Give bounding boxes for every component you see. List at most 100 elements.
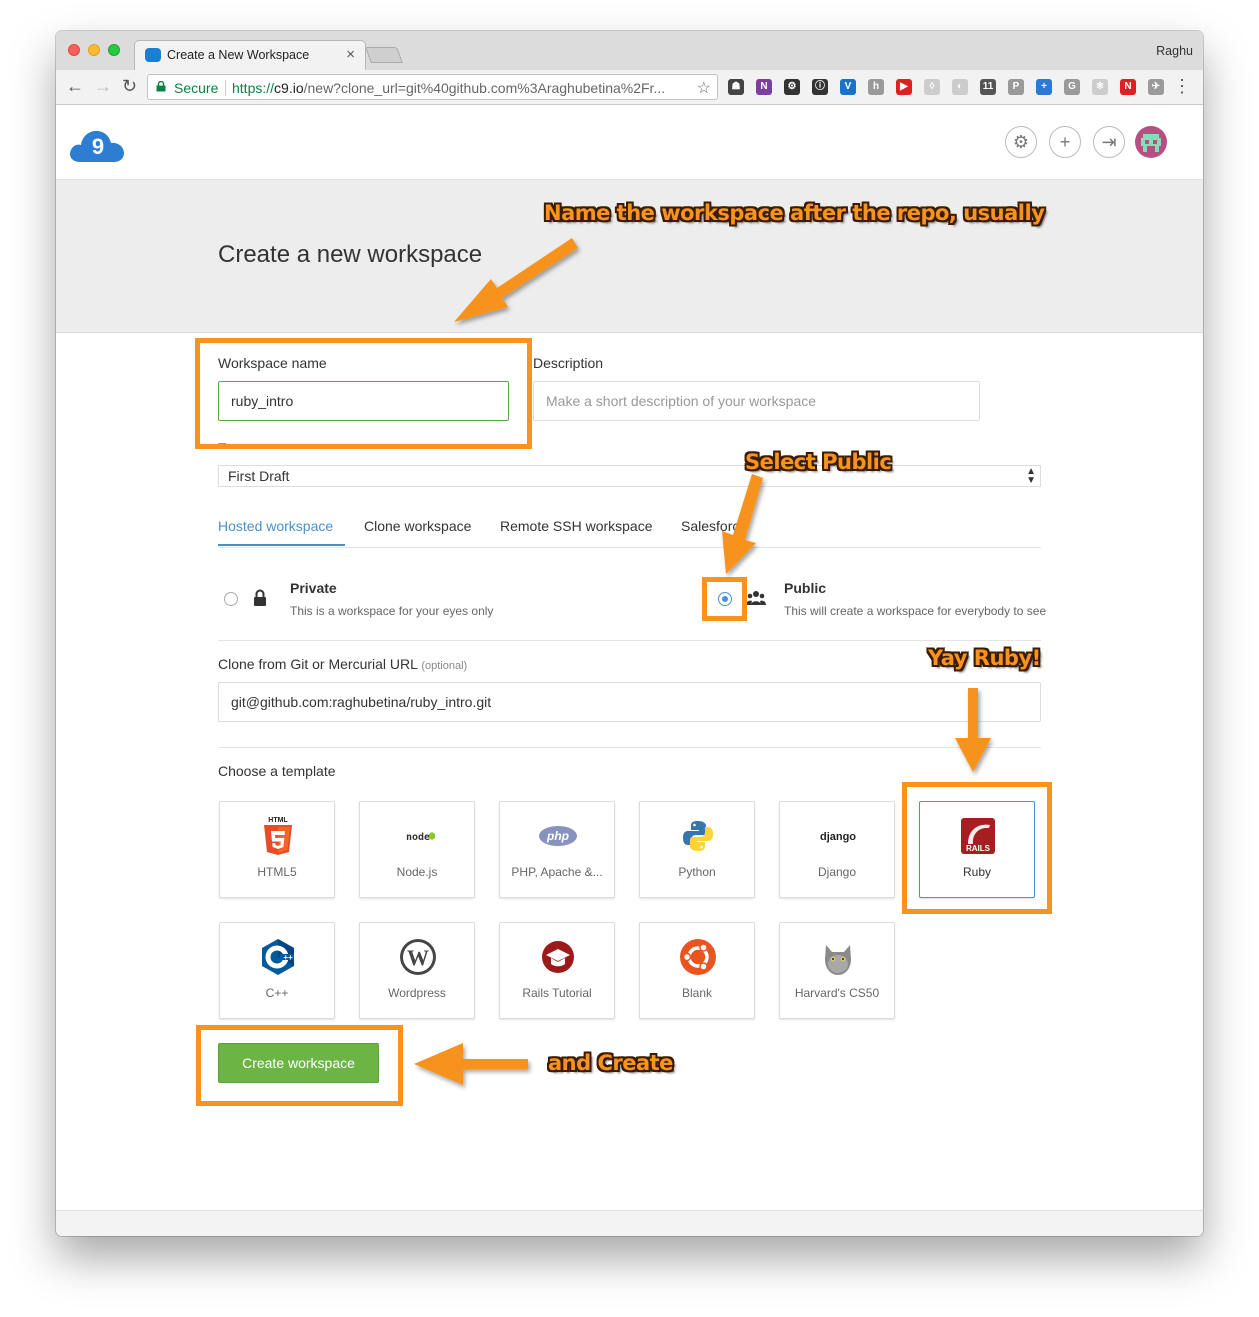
evernote-icon[interactable]: ☗ xyxy=(728,79,744,95)
svg-text:HTML: HTML xyxy=(268,817,288,824)
template-label-php: PHP, Apache &... xyxy=(511,865,603,879)
team-select-value: First Draft xyxy=(228,468,290,484)
settings-button[interactable]: ⚙ xyxy=(1005,126,1037,158)
divider xyxy=(218,747,1041,748)
lock-icon xyxy=(156,81,166,92)
gear-icon[interactable]: ⚙ xyxy=(784,79,800,95)
private-radio[interactable] xyxy=(224,592,238,606)
tab-close-icon[interactable]: × xyxy=(346,46,355,63)
team-select[interactable]: First Draft ▲ ▼ xyxy=(218,465,1041,487)
plus-icon[interactable]: + xyxy=(1036,79,1052,95)
site-header: 9 ⚙ + ⇥ xyxy=(56,105,1203,180)
template-nodejs[interactable]: node Node.js xyxy=(359,801,475,898)
template-wordpress[interactable]: W Wordpress xyxy=(359,922,475,1019)
plus-icon: + xyxy=(1059,132,1071,152)
svg-text:node: node xyxy=(406,832,430,843)
template-html5[interactable]: HTML HTML5 xyxy=(219,801,335,898)
annotation-create-note: and Create xyxy=(548,1051,673,1075)
annotation-box-create xyxy=(196,1025,403,1106)
html5-icon: HTML xyxy=(264,817,292,855)
profile-name[interactable]: Raghu xyxy=(1156,44,1193,58)
back-button[interactable]: ← xyxy=(66,76,84,97)
grammarly-icon[interactable]: G xyxy=(1064,79,1080,95)
page-title: Create a new workspace xyxy=(218,241,483,268)
tab-bar: Create a New Workspace × Raghu xyxy=(56,31,1203,70)
clone-url-input[interactable]: git@github.com:raghubetina/ruby_intro.gi… xyxy=(218,682,1041,722)
browser-menu-icon[interactable]: ⋮ xyxy=(1173,76,1191,97)
wordpress-icon: W xyxy=(400,939,436,975)
template-label-wordpress: Wordpress xyxy=(388,986,446,1000)
workspace-type-tabs: Hosted workspace Clone workspace Remote … xyxy=(218,518,1041,548)
info-icon[interactable]: ⓘ xyxy=(812,79,828,95)
public-description: This will create a workspace for everybo… xyxy=(784,604,1047,618)
url-separator xyxy=(225,80,226,96)
template-rails-tutorial[interactable]: Rails Tutorial xyxy=(499,922,615,1019)
divider xyxy=(218,640,1041,641)
nodejs-icon: node xyxy=(406,832,435,843)
svg-text:php: php xyxy=(546,829,569,843)
lock-icon xyxy=(254,589,266,606)
annotation-name-note: Name the workspace after the repo, usual… xyxy=(544,201,1045,225)
template-cs50[interactable]: Harvard's CS50 xyxy=(779,922,895,1019)
onenote-icon[interactable]: N xyxy=(756,79,772,95)
logo-text: 9 xyxy=(92,134,104,159)
svg-text:django: django xyxy=(820,831,856,843)
description-input[interactable]: Make a short description of your workspa… xyxy=(533,381,980,421)
maximize-window-button[interactable] xyxy=(108,44,120,56)
forward-button[interactable]: → xyxy=(94,76,112,97)
bookmark-star-icon[interactable]: ☆ xyxy=(697,78,711,98)
template-blank[interactable]: Blank xyxy=(639,922,755,1019)
tab-remote-ssh-workspace[interactable]: Remote SSH workspace xyxy=(500,518,653,544)
logout-button[interactable]: ⇥ xyxy=(1093,126,1125,158)
private-description: This is a workspace for your eyes only xyxy=(290,604,494,618)
template-label-rails-tutorial: Rails Tutorial xyxy=(522,986,592,1000)
annotation-box-workspace-name xyxy=(195,338,532,449)
ubuntu-icon xyxy=(680,939,716,975)
pushbullet-icon[interactable]: P xyxy=(1008,79,1024,95)
netflix-icon[interactable]: N xyxy=(1120,79,1136,95)
url-text: https://c9.io/new?clone_url=git%40github… xyxy=(232,80,665,96)
tab-salesforce[interactable]: Salesforce xyxy=(681,518,747,544)
template-python[interactable]: Python xyxy=(639,801,755,898)
logout-icon: ⇥ xyxy=(1101,132,1117,152)
cloud9-logo-icon[interactable]: 9 xyxy=(68,128,126,164)
select-arrows-icon: ▲ ▼ xyxy=(1026,466,1036,486)
cpp-icon: ++ xyxy=(262,939,294,975)
avatar-pixel-icon xyxy=(1141,134,1161,152)
vimium-icon[interactable]: V xyxy=(840,79,856,95)
template-php[interactable]: php PHP, Apache &... xyxy=(499,801,615,898)
calendar-icon[interactable]: 11 xyxy=(980,79,996,95)
optional-hint: (optional) xyxy=(421,660,468,672)
shield-icon[interactable]: ◊ xyxy=(924,79,940,95)
satellite-icon[interactable]: ✈ xyxy=(1148,79,1164,95)
tab-hosted-workspace[interactable]: Hosted workspace xyxy=(218,518,346,546)
url-host: c9.io xyxy=(274,80,304,96)
annotation-box-public xyxy=(702,577,747,621)
template-cpp[interactable]: ++ C++ xyxy=(219,922,335,1019)
clone-url-label-text: Clone from Git or Mercurial URL xyxy=(218,656,418,672)
avatar[interactable] xyxy=(1135,126,1167,158)
leaf-icon[interactable]: ◐ xyxy=(952,79,968,95)
url-scheme: https:// xyxy=(232,80,275,96)
svg-text:++: ++ xyxy=(283,953,293,962)
url-path: /new?clone_url=git%40github.com%3Araghub… xyxy=(303,80,666,96)
minimize-window-button[interactable] xyxy=(88,44,100,56)
svg-text:W: W xyxy=(407,945,429,970)
hypothesis-icon[interactable]: h xyxy=(868,79,884,95)
template-label-django: Django xyxy=(817,865,857,879)
annotation-ruby-note: Yay Ruby! xyxy=(928,646,1041,670)
browser-toolbar: ← → ↻ Secure https://c9.io/new?clone_url… xyxy=(56,70,1203,105)
tab-clone-workspace[interactable]: Clone workspace xyxy=(364,518,471,544)
close-window-button[interactable] xyxy=(68,44,80,56)
secure-label: Secure xyxy=(174,80,219,96)
add-button[interactable]: + xyxy=(1049,126,1081,158)
new-tab-button[interactable] xyxy=(365,47,403,63)
reload-button[interactable]: ↻ xyxy=(122,76,137,97)
address-bar[interactable]: Secure https://c9.io/new?clone_url=git%4… xyxy=(147,74,718,100)
private-title: Private xyxy=(290,580,337,596)
react-icon[interactable]: ⚛ xyxy=(1092,79,1108,95)
template-django[interactable]: django Django xyxy=(779,801,895,898)
youtube-icon[interactable]: ▶ xyxy=(896,79,912,95)
browser-tab[interactable]: Create a New Workspace × xyxy=(134,40,366,70)
template-label-html5: HTML5 xyxy=(257,865,297,879)
